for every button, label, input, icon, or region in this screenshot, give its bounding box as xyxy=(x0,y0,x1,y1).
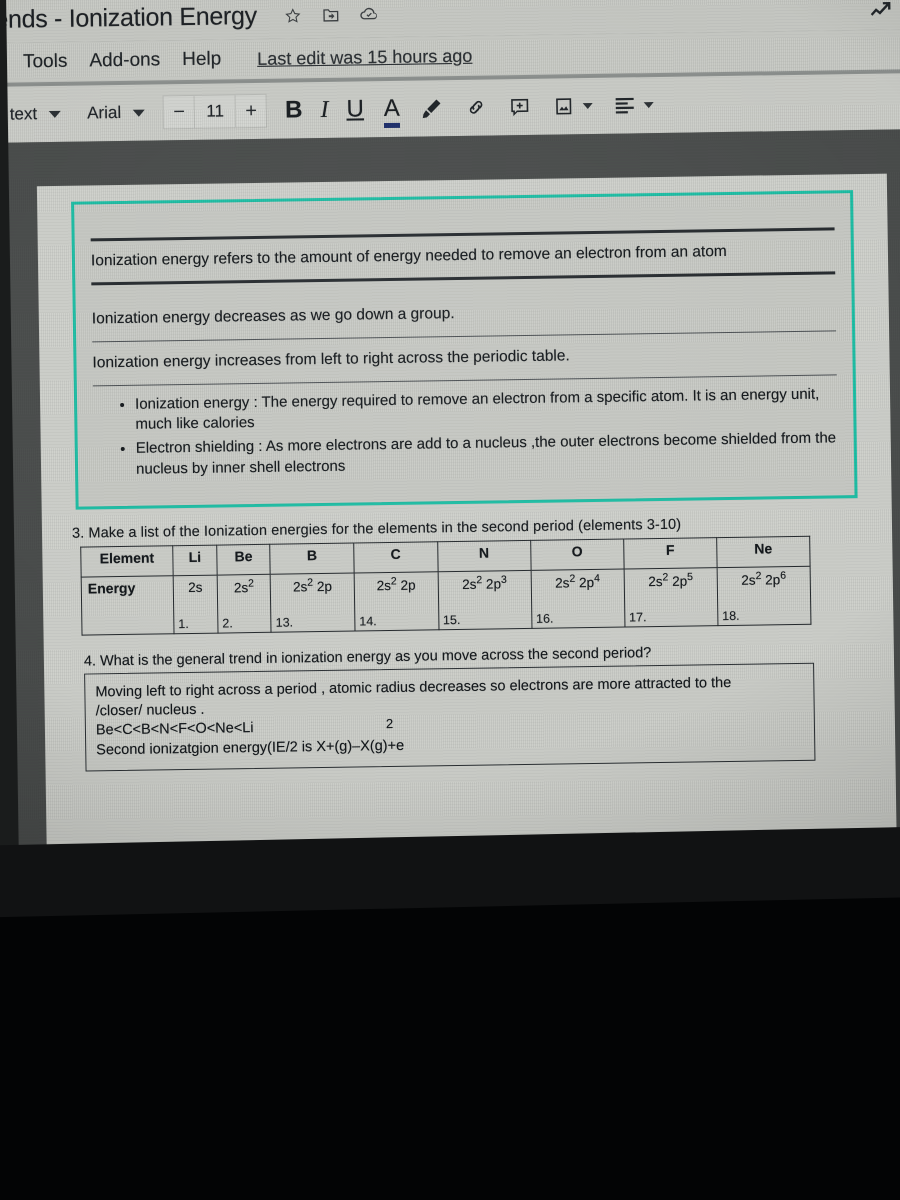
cloud-saved-icon[interactable] xyxy=(359,4,380,25)
table-header-f: F xyxy=(623,537,717,569)
align-left-icon[interactable] xyxy=(613,93,637,117)
list-item: Ionization energy : The energy required … xyxy=(135,384,838,436)
table-header-be: Be xyxy=(216,543,271,575)
table-header-o: O xyxy=(530,538,624,570)
text-color-swatch xyxy=(384,122,401,129)
cell-number-li: 1. xyxy=(178,616,189,631)
note-line-1: Ionization energy refers to the amount o… xyxy=(90,242,727,270)
chevron-down-icon[interactable] xyxy=(643,102,654,109)
table-cell-li[interactable]: 2s 1. xyxy=(173,574,218,634)
answer-superscript: 2 xyxy=(385,716,394,732)
font-size-stepper: − 11 + xyxy=(162,93,268,130)
document-page[interactable]: Ionization energy refers to the amount o… xyxy=(36,173,898,907)
chevron-down-icon[interactable] xyxy=(133,109,146,117)
add-comment-icon[interactable] xyxy=(508,95,532,119)
table-cell-n[interactable]: 2s2 2p3 15. xyxy=(437,569,532,630)
answer-ordering: Be<C<B<N<F<O<Ne<Li xyxy=(95,720,254,739)
menu-item-addons[interactable]: Add-ons xyxy=(89,49,160,72)
star-icon[interactable] xyxy=(283,5,304,26)
decrease-font-size-button[interactable]: − xyxy=(164,96,194,128)
table-rowlabel-energy: Energy xyxy=(81,575,175,635)
cell-number-b: 13. xyxy=(275,614,294,630)
question-3-text: Make a list of the Ionization energies f… xyxy=(88,516,682,541)
table-header-ne: Ne xyxy=(716,535,811,568)
monitor-photo: ends - Ionization Energy s Tools Add-ons xyxy=(0,0,900,1200)
table-cell-ne[interactable]: 2s2 2p6 18. xyxy=(716,565,811,626)
title-icon-group xyxy=(283,4,380,26)
config-ne: 2s2 2p6 xyxy=(741,569,787,588)
ionization-energy-table[interactable]: Element Li Be B C N O F Ne Energy 2s 1. … xyxy=(80,535,812,636)
italic-button[interactable]: I xyxy=(320,97,328,123)
cell-number-ne: 18. xyxy=(722,608,740,623)
text-color-label: A xyxy=(383,94,401,123)
cell-number-be: 2. xyxy=(222,615,233,631)
list-item: Electron shielding : As more electrons a… xyxy=(136,428,839,480)
note-line-3: Ionization energy increases from left to… xyxy=(92,347,570,372)
text-color-button[interactable]: A xyxy=(383,94,401,129)
divider xyxy=(92,374,837,387)
bold-button[interactable]: B xyxy=(285,96,303,123)
cell-number-f: 17. xyxy=(629,609,647,624)
last-edit-link[interactable]: Last edit was 15 hours ago xyxy=(257,45,472,69)
table-cell-be[interactable]: 2s2 2. xyxy=(217,573,272,633)
table-header-li: Li xyxy=(172,544,218,576)
cell-number-c: 14. xyxy=(359,613,377,628)
insert-link-icon[interactable] xyxy=(464,96,488,120)
screen-content: ends - Ionization Energy s Tools Add-ons xyxy=(0,0,900,917)
config-f: 2s2 2p5 xyxy=(648,571,694,590)
document-canvas: Ionization energy refers to the amount o… xyxy=(0,129,900,907)
config-b: 2s2 2p xyxy=(292,576,333,595)
config-n: 2s2 2p3 xyxy=(462,573,507,592)
table-cell-b[interactable]: 2s2 2p 13. xyxy=(270,572,355,632)
config-be: 2s2 xyxy=(233,577,255,596)
cell-number-o: 16. xyxy=(535,611,554,626)
highlight-pen-icon[interactable] xyxy=(420,96,444,120)
table-header-b: B xyxy=(270,542,355,574)
activity-trend-icon[interactable] xyxy=(864,0,898,24)
page-body: Ionization energy refers to the amount o… xyxy=(61,190,874,772)
table-header-element: Element xyxy=(80,545,174,577)
question-4-number: 4. xyxy=(83,652,97,670)
increase-font-size-button[interactable]: + xyxy=(236,95,266,127)
question-4-answer-box[interactable]: Moving left to right across a period , a… xyxy=(84,662,816,772)
config-c: 2s2 2p xyxy=(376,575,416,594)
notes-highlight-block[interactable]: Ionization energy refers to the amount o… xyxy=(71,190,858,510)
document-title[interactable]: ends - Ionization Energy xyxy=(0,1,257,34)
table-cell-o[interactable]: 2s2 2p4 16. xyxy=(530,568,625,628)
table-cell-f[interactable]: 2s2 2p5 17. xyxy=(623,567,718,627)
table-header-c: C xyxy=(353,541,438,573)
underline-button[interactable]: U xyxy=(346,95,364,122)
move-to-folder-icon[interactable] xyxy=(321,4,342,25)
config-li: 2s xyxy=(188,579,203,595)
chevron-down-icon[interactable] xyxy=(582,102,593,110)
menu-item-help[interactable]: Help xyxy=(182,48,221,71)
cell-number-n: 15. xyxy=(442,612,461,627)
insert-image-icon[interactable] xyxy=(552,94,576,118)
monitor-bezel-shadow xyxy=(0,895,900,1200)
table-cell-c[interactable]: 2s2 2p 14. xyxy=(354,571,439,631)
menu-item-tools[interactable]: Tools xyxy=(23,51,68,74)
table-header-n: N xyxy=(437,539,531,572)
notes-bullet-list: Ionization energy : The energy required … xyxy=(117,384,838,480)
font-family-select[interactable]: Arial xyxy=(87,103,121,124)
chevron-down-icon[interactable] xyxy=(49,110,62,118)
divider xyxy=(92,330,837,343)
font-size-input[interactable]: 11 xyxy=(193,95,237,128)
question-3-number: 3. xyxy=(71,525,85,542)
config-o: 2s2 2p4 xyxy=(555,572,600,591)
table-row: Energy 2s 1. 2s2 2. 2s2 2p 13. 2s2 2p 14. 2s… xyxy=(81,565,811,635)
